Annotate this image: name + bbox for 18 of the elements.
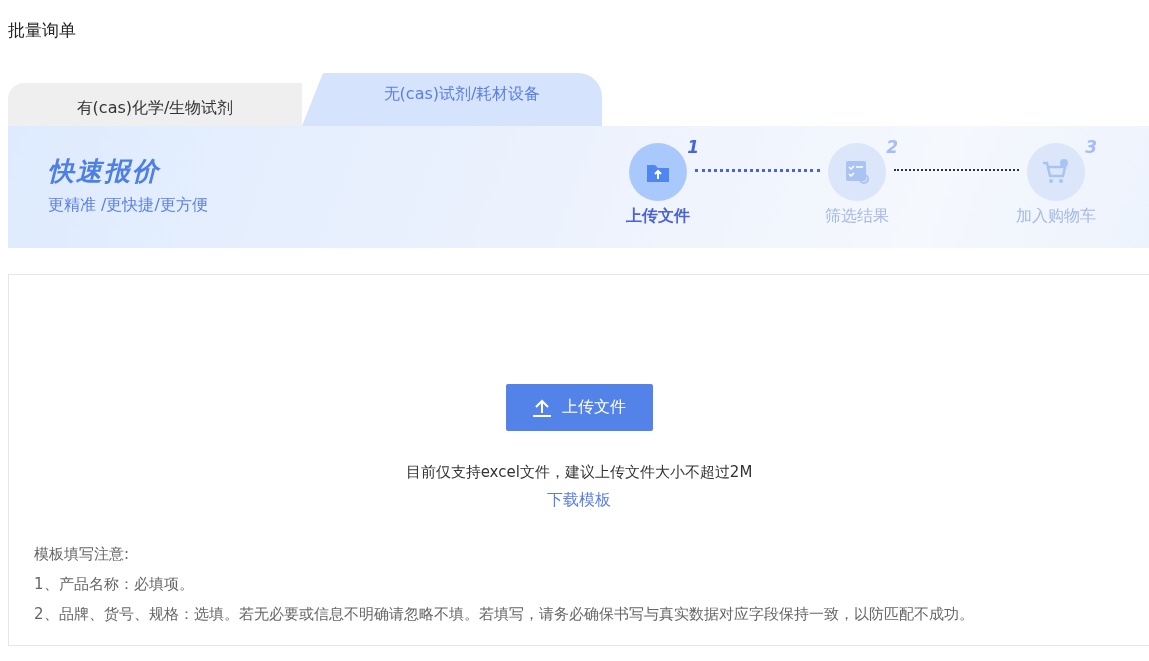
step-label: 加入购物车 [1016,206,1096,227]
step-number: 1 [687,137,699,157]
upload-button[interactable]: 上传文件 [505,384,653,431]
note-text: 1、产品名称：必填项。 [34,574,195,595]
note-text: 2、品牌、货号、规格：选填。若无必要或信息不明确请忽略不填。若填写，请务必确保书写与真实数据对应字段保持一致，以防匹配不成功。 [34,604,975,625]
upload-hint: 目前仅支持excel文件，建议上传文件大小不超过2M [405,463,753,482]
category-tab[interactable]: 无(cas)试剂/耗材设备 [302,73,602,126]
step-label: 筛选结果 [825,206,889,227]
step-number: 2 [886,137,898,157]
step-label: 上传文件 [626,206,690,227]
step-number: 3 [1085,137,1097,157]
banner-subtitle: 更精准 /更快捷/更方便 [48,195,209,216]
banner-title: 快速报价 [48,155,162,188]
notes-title: 模板填写注意: [34,544,131,565]
download-template-link[interactable]: 下载模板 [547,490,611,511]
upload-icon [532,397,552,418]
page-title: 批量询单 [8,19,77,42]
category-tab[interactable]: 有(cas)化学/生物试剂 [8,83,302,126]
